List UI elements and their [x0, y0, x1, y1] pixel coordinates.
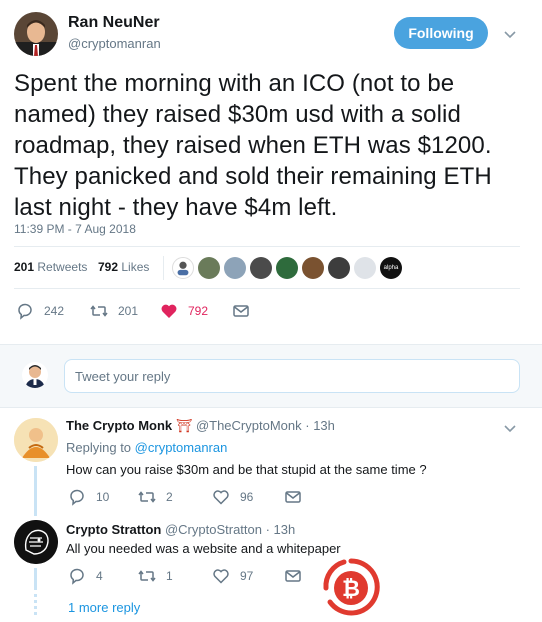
reply-header: Crypto Stratton @CryptoStratton · 13h [66, 522, 295, 537]
torii-gate-icon: ⛩ [175, 418, 193, 433]
reply-input-placeholder: Tweet your reply [75, 368, 171, 384]
envelope-icon [285, 570, 301, 582]
retweet-count: 1 [166, 569, 173, 583]
reply-icon [70, 568, 84, 585]
retweets-stat[interactable]: 201 Retweets [14, 260, 87, 274]
divider [14, 288, 520, 289]
liker-avatar[interactable] [328, 257, 350, 279]
retweets-label: Retweets [37, 260, 88, 274]
author-avatar[interactable] [14, 12, 58, 56]
reply-author-avatar[interactable] [14, 418, 58, 462]
reply-action[interactable]: 10 [68, 488, 109, 506]
reply-text: How can you raise $30m and be that stupi… [66, 462, 427, 477]
tweet-timestamp[interactable]: 11:39 PM - 7 Aug 2018 [14, 222, 136, 236]
retweet-count: 201 [118, 304, 139, 318]
liker-avatar[interactable] [276, 257, 298, 279]
liker-avatar-alpha[interactable]: alpha [380, 257, 402, 279]
reply-author-handle[interactable]: @CryptoStratton [165, 522, 262, 537]
tweet-text: Spent the morning with an ICO (not to be… [14, 68, 534, 223]
chevron-down-icon[interactable] [502, 420, 518, 441]
reply-time[interactable]: · 13h [266, 522, 296, 537]
tweet-text-line: roadmap, they raised when ETH was $1200. [14, 132, 492, 159]
reply-author-name[interactable]: The Crypto Monk [66, 418, 172, 433]
likes-label: Likes [121, 260, 150, 274]
liker-avatar[interactable] [198, 257, 220, 279]
chevron-down-icon[interactable] [502, 26, 518, 47]
reply-action[interactable]: 242 [16, 302, 64, 320]
reply-header: The Crypto Monk ⛩ @TheCryptoMonk · 13h [66, 418, 335, 434]
reply-author-handle[interactable]: @TheCryptoMonk [196, 418, 302, 433]
direct-message-action[interactable] [284, 567, 302, 585]
reply-input[interactable]: Tweet your reply [64, 359, 520, 393]
retweet-action[interactable]: 2 [138, 488, 173, 506]
stats-separator [163, 256, 164, 280]
svg-text:₿: ₿ [342, 577, 360, 602]
like-count: 96 [240, 490, 254, 504]
more-replies-link[interactable]: 1 more reply [68, 600, 140, 615]
more-replies-dots [34, 594, 37, 616]
retweets-count: 201 [14, 260, 35, 274]
direct-message-action[interactable] [232, 302, 250, 320]
retweet-count: 2 [166, 490, 173, 504]
replying-to-prefix: Replying to [66, 440, 132, 455]
envelope-icon [233, 305, 249, 317]
reply-count: 10 [96, 490, 110, 504]
thread-line [34, 568, 37, 590]
retweet-icon [138, 570, 156, 582]
like-action[interactable]: 97 [212, 567, 253, 585]
tweet-text-line: Spent the morning with an ICO (not to be [14, 70, 455, 97]
like-action[interactable]: 792 [160, 302, 208, 320]
heart-icon [213, 490, 229, 505]
like-action[interactable]: 96 [212, 488, 253, 506]
reply-author-name[interactable]: Crypto Stratton [66, 522, 161, 537]
tweet-text-line: last night - they have $4m left. [14, 194, 338, 221]
reply-text: All you needed was a website and a white… [66, 541, 341, 556]
divider [14, 246, 520, 247]
reply-time[interactable]: · 13h [305, 418, 335, 433]
reply-icon [70, 489, 84, 506]
reply-count: 242 [44, 304, 65, 318]
likes-count: 792 [98, 260, 119, 274]
reply-count: 4 [96, 569, 103, 583]
replying-to-link[interactable]: @cryptomanran [135, 440, 228, 455]
bitcoin-watermark-icon: ₿ [322, 558, 380, 616]
tweet-text-line: named) they raised $30m usd with a solid [14, 101, 461, 128]
reply-author-avatar[interactable] [14, 520, 58, 564]
like-count: 97 [240, 569, 254, 583]
envelope-icon [285, 491, 301, 503]
replying-to: Replying to @cryptomanran [66, 440, 227, 455]
retweet-icon [90, 305, 108, 317]
liker-avatar[interactable] [172, 257, 194, 279]
tweet-text-line: They panicked and sold their remaining E… [14, 163, 492, 190]
reply-icon [18, 303, 32, 320]
liker-avatar[interactable] [250, 257, 272, 279]
author-handle[interactable]: @cryptomanran [68, 36, 161, 51]
following-button[interactable]: Following [394, 17, 488, 49]
author-name[interactable]: Ran NeuNer [68, 14, 160, 32]
reply-action[interactable]: 4 [68, 567, 103, 585]
like-count: 792 [188, 304, 209, 318]
thread-line [34, 466, 37, 516]
liker-avatar[interactable] [354, 257, 376, 279]
heart-icon [213, 569, 229, 584]
liker-avatar[interactable] [224, 257, 246, 279]
likes-stat[interactable]: 792 Likes [98, 260, 149, 274]
likers-avatars: alpha [172, 257, 402, 279]
direct-message-action[interactable] [284, 488, 302, 506]
liker-avatar[interactable] [302, 257, 324, 279]
retweet-action[interactable]: 1 [138, 567, 173, 585]
retweet-action[interactable]: 201 [90, 302, 138, 320]
retweet-icon [138, 491, 156, 503]
heart-icon [161, 304, 177, 318]
current-user-avatar[interactable] [22, 362, 48, 388]
liker-alpha-label: alpha [383, 265, 399, 271]
